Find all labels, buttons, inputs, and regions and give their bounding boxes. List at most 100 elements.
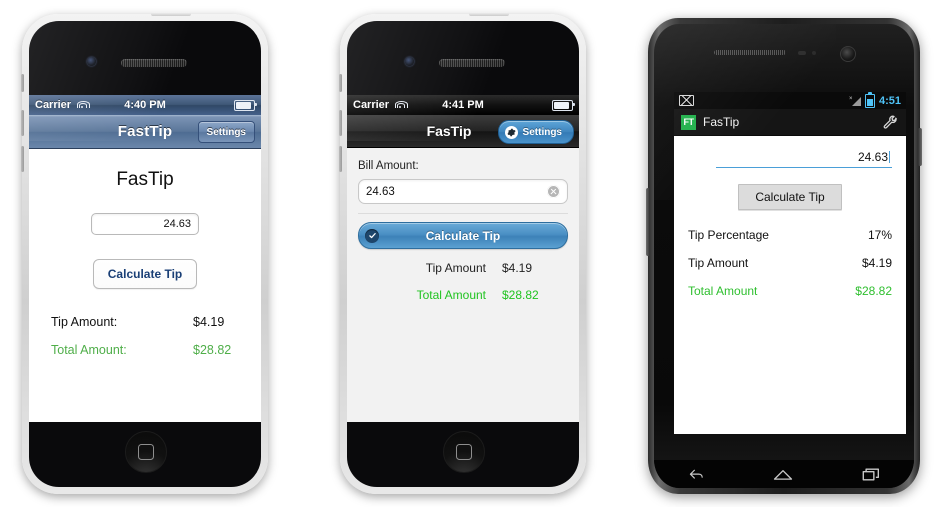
phone-2-top-rail [469, 12, 509, 16]
total-amount-label: Total Amount [416, 288, 486, 302]
page-title: FasTip [703, 115, 740, 129]
carrier-label: Carrier [35, 99, 72, 111]
app-heading: FasTip [116, 169, 174, 190]
status-clock: 4:41 PM [442, 99, 484, 111]
three-phone-mockup: Carrier 4:40 PM FastTip Settings FasTip … [0, 0, 942, 507]
bill-amount-input[interactable]: 24.63 [716, 150, 892, 168]
wifi-icon [76, 100, 90, 110]
settings-button-label: Settings [522, 126, 562, 138]
carrier-label: Carrier [353, 99, 390, 111]
result-row-total: Total Amount $28.82 [688, 284, 892, 298]
bill-amount-value: 24.63 [857, 150, 888, 164]
calculate-tip-label: Calculate Tip [425, 228, 501, 243]
ios-nav-bar: FasTip Settings [347, 115, 579, 148]
earpiece-speaker [714, 50, 786, 55]
home-button[interactable] [443, 431, 485, 473]
page-title: FastTip [117, 123, 173, 140]
home-icon[interactable] [773, 468, 793, 481]
tip-amount-label: Tip Amount [688, 256, 749, 270]
gear-icon [504, 125, 518, 139]
total-amount-label: Total Amount: [51, 343, 127, 357]
front-camera-icon [840, 46, 856, 62]
total-amount-value: $28.82 [502, 288, 539, 302]
total-amount-value: $28.82 [855, 284, 892, 298]
tip-percentage-label: Tip Percentage [688, 228, 769, 242]
front-camera-icon [87, 57, 96, 66]
total-amount-value: $28.82 [193, 343, 232, 357]
phone-1-top-rail [151, 12, 191, 16]
tip-amount-label: Tip Amount: [51, 315, 118, 329]
result-row-total: Total Amount: $28.82 [51, 343, 239, 357]
clear-circle-icon[interactable] [547, 185, 560, 198]
phone-1-silent-switch[interactable] [21, 74, 24, 92]
mail-icon [679, 95, 694, 106]
check-circle-icon [365, 228, 379, 243]
results-list: Tip Amount: $4.19 Total Amount: $28.82 [29, 315, 261, 357]
tip-amount-label: Tip Amount [425, 261, 486, 275]
android-status-bar: × 4:51 [674, 92, 906, 109]
phone-2-volume-down-button[interactable] [339, 146, 342, 172]
ios-nav-bar: FastTip Settings [29, 115, 261, 149]
tip-amount-value: $4.19 [502, 261, 533, 275]
wifi-icon [394, 100, 408, 110]
tip-percentage-value: 17% [867, 228, 892, 242]
calculate-tip-button[interactable]: Calculate Tip [358, 222, 568, 249]
status-clock: 4:40 PM [124, 99, 166, 111]
tip-amount-value: $4.19 [861, 256, 892, 270]
phone-1-iphone-classic: Carrier 4:40 PM FastTip Settings FasTip … [21, 12, 268, 494]
text-caret [889, 151, 890, 163]
ios-status-bar: Carrier 4:41 PM [347, 95, 579, 115]
divider [358, 213, 568, 214]
earpiece-speaker [121, 59, 187, 67]
result-row-tip-percentage: Tip Percentage 17% [688, 228, 892, 242]
proximity-sensor [812, 51, 816, 55]
phone-2-glass: Carrier 4:41 PM FasTip Settings Bill Amo… [347, 21, 579, 487]
app-logo-icon: FT [681, 114, 696, 130]
notification-led [798, 51, 806, 55]
battery-icon [234, 99, 258, 111]
phone-3-android: × 4:51 FT FasTip 24.63 Calculate Tip Tip… [646, 18, 922, 494]
bill-amount-input[interactable]: 24.63 [358, 179, 568, 204]
tip-amount-value: $4.19 [193, 315, 225, 329]
phone-2-volume-up-button[interactable] [339, 110, 342, 136]
phone-2-screen: Carrier 4:41 PM FasTip Settings Bill Amo… [347, 95, 579, 422]
settings-button[interactable]: Settings [197, 121, 255, 143]
front-camera-icon [405, 57, 414, 66]
wrench-icon[interactable] [882, 114, 899, 131]
battery-icon [864, 92, 875, 108]
earpiece-speaker [439, 59, 505, 67]
settings-button[interactable]: Settings [497, 120, 574, 144]
phone-3-volume-button[interactable] [646, 188, 650, 256]
phone-1-screen: Carrier 4:40 PM FastTip Settings FasTip … [29, 95, 261, 422]
phone-1-content: FasTip 24.63 Calculate Tip Tip Amount: $… [29, 149, 261, 357]
bill-amount-value: 24.63 [366, 185, 395, 198]
recents-icon[interactable] [862, 468, 880, 481]
phone-3-content: 24.63 Calculate Tip Tip Percentage 17% T… [674, 136, 906, 298]
home-button[interactable] [125, 431, 167, 473]
android-action-bar: FT FasTip [674, 109, 906, 136]
result-row-tip: Tip Amount: $4.19 [51, 315, 239, 329]
phone-2-silent-switch[interactable] [339, 74, 342, 92]
page-title: FasTip [426, 123, 472, 139]
result-row-tip: Tip Amount $4.19 [688, 256, 892, 270]
phone-1-volume-down-button[interactable] [21, 146, 24, 172]
phone-3-power-button[interactable] [918, 128, 922, 166]
phone-1-volume-up-button[interactable] [21, 110, 24, 136]
results-list: Tip Percentage 17% Tip Amount $4.19 Tota… [688, 228, 892, 298]
phone-1-glass: Carrier 4:40 PM FastTip Settings FasTip … [29, 21, 261, 487]
phone-2-iphone-dark: Carrier 4:41 PM FasTip Settings Bill Amo… [339, 12, 586, 494]
ios-status-bar: Carrier 4:40 PM [29, 95, 261, 115]
phone-2-content: Bill Amount: 24.63 Calculate Tip Tip Amo… [347, 148, 579, 302]
result-row-tip: Tip Amount $4.19 [372, 261, 554, 275]
back-icon[interactable] [688, 468, 705, 481]
calculate-tip-button[interactable]: Calculate Tip [92, 259, 198, 289]
android-navigation-bar [654, 460, 914, 488]
bill-amount-input[interactable]: 24.63 [91, 213, 199, 235]
phone-3-screen: × 4:51 FT FasTip 24.63 Calculate Tip Tip… [674, 92, 906, 434]
calculate-tip-button[interactable]: Calculate Tip [738, 184, 842, 210]
battery-icon [552, 99, 576, 111]
phone-3-glass: × 4:51 FT FasTip 24.63 Calculate Tip Tip… [654, 24, 914, 488]
status-clock: 4:51 [878, 94, 901, 107]
total-amount-label: Total Amount [688, 284, 758, 298]
result-row-total: Total Amount $28.82 [372, 288, 554, 302]
